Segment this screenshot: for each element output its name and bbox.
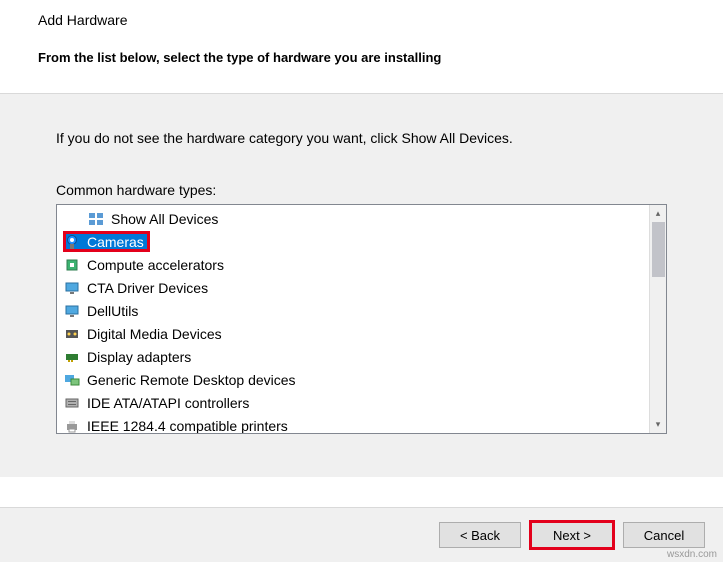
wizard-body: If you do not see the hardware category … (0, 94, 723, 477)
list-item-label: IDE ATA/ATAPI controllers (87, 395, 249, 411)
instruction-text: If you do not see the hardware category … (56, 130, 667, 146)
list-item[interactable]: IDE ATA/ATAPI controllers (57, 391, 649, 414)
list-item[interactable]: DellUtils (57, 299, 649, 322)
list-item[interactable]: Generic Remote Desktop devices (57, 368, 649, 391)
printer-icon (63, 417, 81, 434)
list-item-label: Generic Remote Desktop devices (87, 372, 296, 388)
monitor-icon (63, 302, 81, 320)
selected-item[interactable]: Cameras (63, 231, 150, 252)
list-item[interactable]: Compute accelerators (57, 253, 649, 276)
compute-accel-icon (63, 256, 81, 274)
scroll-down-button[interactable]: ▾ (650, 416, 666, 433)
scrollbar[interactable]: ▴ ▾ (649, 205, 666, 433)
list-item-label: Compute accelerators (87, 257, 224, 273)
next-button-highlight: Next > (531, 522, 613, 548)
list-item-label: CTA Driver Devices (87, 280, 208, 296)
media-device-icon (63, 325, 81, 343)
camera-icon (63, 233, 81, 251)
list-item-label: Cameras (87, 234, 144, 250)
list-item-label: Digital Media Devices (87, 326, 222, 342)
list-item-label: IEEE 1284.4 compatible printers (87, 418, 288, 434)
scroll-up-button[interactable]: ▴ (650, 205, 666, 222)
list-item[interactable]: Show All Devices (57, 207, 649, 230)
back-button[interactable]: < Back (439, 522, 521, 548)
list-item[interactable]: Cameras (57, 230, 649, 253)
list-item[interactable]: IEEE 1284.4 compatible printers (57, 414, 649, 433)
cancel-button[interactable]: Cancel (623, 522, 705, 548)
monitor-icon (63, 279, 81, 297)
list-item-label: DellUtils (87, 303, 138, 319)
list-label: Common hardware types: (56, 182, 667, 198)
remote-desktop-icon (63, 371, 81, 389)
scroll-thumb[interactable] (652, 222, 665, 277)
watermark: wsxdn.com (667, 549, 717, 560)
wizard-title: Add Hardware (0, 12, 723, 28)
wizard-header: Add Hardware From the list below, select… (0, 0, 723, 94)
ide-controller-icon (63, 394, 81, 412)
show-all-devices-icon (87, 210, 105, 228)
display-adapter-icon (63, 348, 81, 366)
hardware-type-listbox[interactable]: Show All Devices Cameras Compute accelerat… (56, 204, 667, 434)
wizard-subtitle: From the list below, select the type of … (0, 50, 723, 65)
list-item[interactable]: Digital Media Devices (57, 322, 649, 345)
list-item[interactable]: CTA Driver Devices (57, 276, 649, 299)
wizard-footer: < Back Next > Cancel (0, 507, 723, 562)
list-item[interactable]: Display adapters (57, 345, 649, 368)
next-button[interactable]: Next > (531, 522, 613, 548)
list-item-label: Display adapters (87, 349, 191, 365)
list-item-label: Show All Devices (111, 211, 218, 227)
